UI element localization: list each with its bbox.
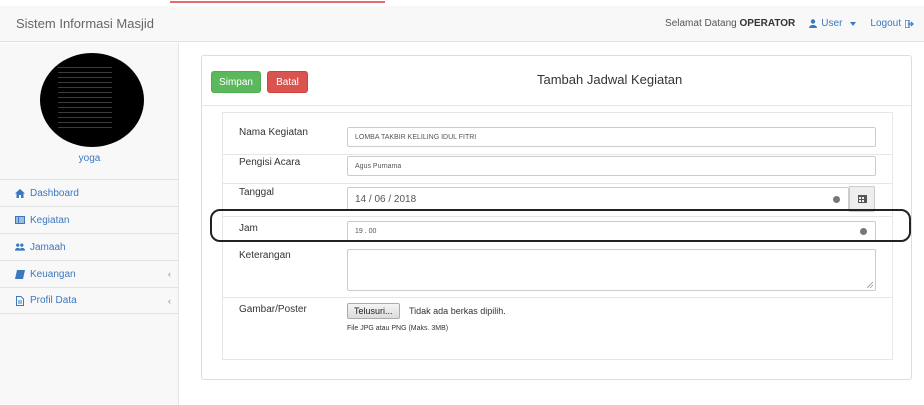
tanggal-label: Tanggal <box>239 187 275 198</box>
users-icon <box>15 243 25 252</box>
user-menu-dropdown[interactable]: User <box>809 18 857 29</box>
chevron-left-icon: ‹ <box>168 269 171 279</box>
sidebar-username[interactable]: yoga <box>0 153 179 164</box>
book-icon <box>15 269 25 279</box>
home-icon <box>15 188 25 198</box>
file-status-text: Tidak ada berkas dipilih. <box>409 306 506 316</box>
divider <box>223 183 892 184</box>
keterangan-textarea[interactable] <box>347 249 876 291</box>
tanggal-value: 14 / 06 / 2018 <box>355 193 417 205</box>
chevron-left-icon: ‹ <box>168 296 171 306</box>
sidebar-item-label: Jamaah <box>30 241 66 253</box>
divider <box>202 105 911 106</box>
page-title: Tambah Jadwal Kegiatan <box>537 72 683 87</box>
cancel-button[interactable]: Batal <box>267 71 308 93</box>
nama-kegiatan-input[interactable]: LOMBA TAKBIR KELILING IDUL FITRI <box>347 127 876 147</box>
sidebar-item-kegiatan[interactable]: Kegiatan <box>0 206 179 233</box>
save-button[interactable]: Simpan <box>211 71 261 93</box>
pengisi-acara-value: Agus Purnama <box>355 162 402 170</box>
resize-handle-icon[interactable] <box>867 282 873 288</box>
pengisi-acara-label: Pengisi Acara <box>239 157 301 168</box>
highlight-annotation <box>210 209 911 242</box>
welcome-prefix: Selamat Datang <box>665 18 737 29</box>
clear-icon[interactable] <box>833 196 840 203</box>
app-brand[interactable]: Sistem Informasi Masjid <box>16 16 154 31</box>
divider <box>223 154 892 155</box>
sidebar-item-keuangan[interactable]: Keuangan ‹ <box>0 260 179 287</box>
calendar-icon <box>857 195 867 203</box>
file-help-text: File JPG atau PNG (Maks. 3MB) <box>347 325 449 332</box>
sidebar-item-label: Profil Data <box>30 295 77 306</box>
sidebar-item-label: Kegiatan <box>30 214 70 226</box>
divider <box>223 297 892 298</box>
avatar <box>40 53 144 147</box>
sidebar-item-label: Dashboard <box>30 187 79 199</box>
chevron-down-icon <box>850 21 857 26</box>
nama-kegiatan-value: LOMBA TAKBIR KELILING IDUL FITRI <box>355 133 477 141</box>
pengisi-acara-input[interactable]: Agus Purnama <box>347 156 876 176</box>
file-icon <box>15 295 25 306</box>
sidebar-menu: Dashboard Kegiatan Jamaah Keuangan ‹ Pro… <box>0 179 179 314</box>
welcome-text: Selamat Datang OPERATOR <box>665 18 795 29</box>
navbar-right: Selamat Datang OPERATOR User Logout <box>665 18 914 29</box>
sidebar-item-jamaah[interactable]: Jamaah <box>0 233 179 260</box>
list-icon <box>15 216 25 225</box>
sidebar: yoga Dashboard Kegiatan Jamaah Keuangan … <box>0 43 179 405</box>
user-icon <box>809 19 818 28</box>
keterangan-label: Keterangan <box>239 250 291 261</box>
top-navbar: Sistem Informasi Masjid Selamat Datang O… <box>0 6 924 42</box>
logout-link[interactable]: Logout <box>870 18 914 29</box>
avatar-image <box>58 67 112 129</box>
sidebar-item-dashboard[interactable]: Dashboard <box>0 179 179 206</box>
user-menu-label: User <box>821 18 843 29</box>
gambar-poster-label: Gambar/Poster <box>239 304 307 315</box>
welcome-username: OPERATOR <box>739 18 796 29</box>
underline-mark <box>170 1 385 3</box>
tanggal-date-input[interactable]: 14 / 06 / 2018 <box>347 187 849 211</box>
sidebar-item-profil-data[interactable]: Profil Data ‹ <box>0 287 179 314</box>
nama-kegiatan-label: Nama Kegiatan <box>239 127 308 138</box>
sidebar-item-label: Keuangan <box>30 268 76 280</box>
browse-button[interactable]: Telusuri... <box>347 303 400 319</box>
logout-label: Logout <box>870 18 901 29</box>
sign-out-icon <box>905 19 914 28</box>
